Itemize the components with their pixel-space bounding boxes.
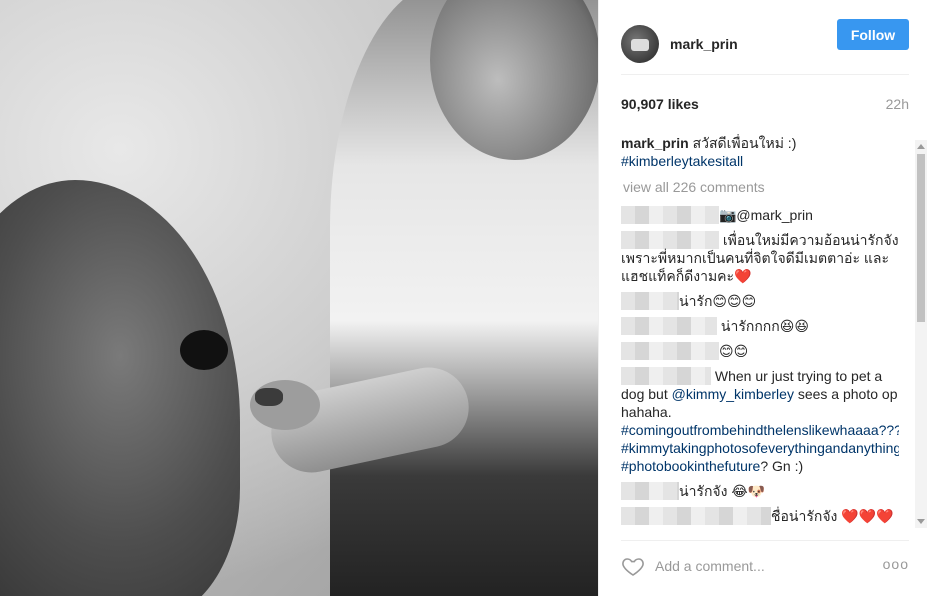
list-item: น่ารักกกก😆😆 (621, 317, 899, 335)
list-item: น่ารักจัง 😂🐶 (621, 482, 899, 500)
redacted-username (621, 342, 719, 360)
redacted-username (621, 317, 717, 335)
more-options-icon[interactable]: ooo (883, 556, 909, 572)
comment-bar: Add a comment... ooo (621, 540, 909, 591)
post-sidebar: mark_prin Follow 90,907 likes 22h mark_p… (598, 0, 930, 596)
comment-text: น่ารักจัง 😂🐶 (679, 483, 766, 499)
post-modal: mark_prin Follow 90,907 likes 22h mark_p… (0, 0, 930, 596)
scroll-up-icon[interactable] (917, 144, 925, 149)
redacted-username (621, 231, 719, 249)
post-photo[interactable] (0, 0, 598, 596)
comment-hashtag[interactable]: #photobookinthefuture (621, 458, 760, 474)
view-all-comments-link[interactable]: view all 226 comments (623, 178, 899, 196)
comments-list[interactable]: mark_prin สวัสดีเพื่อนใหม่ :) #kimberley… (621, 134, 899, 530)
comment-text: น่ารัก😊😊😊 (679, 293, 757, 309)
caption-username[interactable]: mark_prin (621, 135, 689, 151)
comment-text: 😊😊 (719, 343, 749, 359)
comment-hashtag[interactable]: #comingoutfrombehindthelenslikewhaaaa??? (621, 422, 899, 438)
list-item: เพื่อนใหม่มีความอ้อนน่ารักจังเพราะพี่หมา… (621, 231, 899, 285)
avatar[interactable] (621, 25, 659, 63)
comment-text: ชื่อน่ารักจัง ❤️❤️❤️ (771, 508, 894, 524)
post-stats: 90,907 likes 22h (621, 96, 909, 112)
caption-hashtag[interactable]: #kimberleytakesitall (621, 153, 743, 169)
list-item: ชื่อน่ารักจัง ❤️❤️❤️ (621, 507, 899, 525)
follow-button[interactable]: Follow (837, 19, 909, 50)
redacted-username (621, 206, 719, 224)
add-comment-input[interactable]: Add a comment... (655, 558, 765, 574)
dog-nose (180, 330, 228, 370)
comment-hashtag[interactable]: #kimmytakingphotosofeverythingandanythin… (621, 440, 899, 456)
likes-count[interactable]: 90,907 likes (621, 96, 699, 112)
scroll-down-icon[interactable] (917, 519, 925, 524)
comment-text: ? Gn :) (760, 458, 804, 474)
post-header: mark_prin Follow (621, 14, 909, 75)
treat (255, 388, 283, 406)
post-username[interactable]: mark_prin (670, 36, 738, 52)
caption: mark_prin สวัสดีเพื่อนใหม่ :) #kimberley… (621, 134, 899, 170)
redacted-username (621, 367, 711, 385)
comment-text: น่ารักกกก😆😆 (717, 318, 809, 334)
redacted-username (621, 292, 679, 310)
list-item: 😊😊 (621, 342, 899, 360)
comment-text: 📷@mark_prin (719, 207, 813, 223)
list-item: น่ารัก😊😊😊 (621, 292, 899, 310)
heart-icon[interactable] (621, 554, 645, 578)
redacted-username (621, 482, 679, 500)
scrollbar-thumb[interactable] (917, 154, 925, 322)
list-item: 📷@mark_prin (621, 206, 899, 224)
post-time[interactable]: 22h (886, 96, 909, 112)
redacted-username (621, 507, 771, 525)
comments-scrollbar[interactable] (915, 140, 927, 528)
list-item: When ur just trying to pet a dog but @ki… (621, 367, 899, 475)
caption-text: สวัสดีเพื่อนใหม่ :) (688, 135, 797, 151)
comment-mention[interactable]: @kimmy_kimberley (672, 386, 794, 402)
